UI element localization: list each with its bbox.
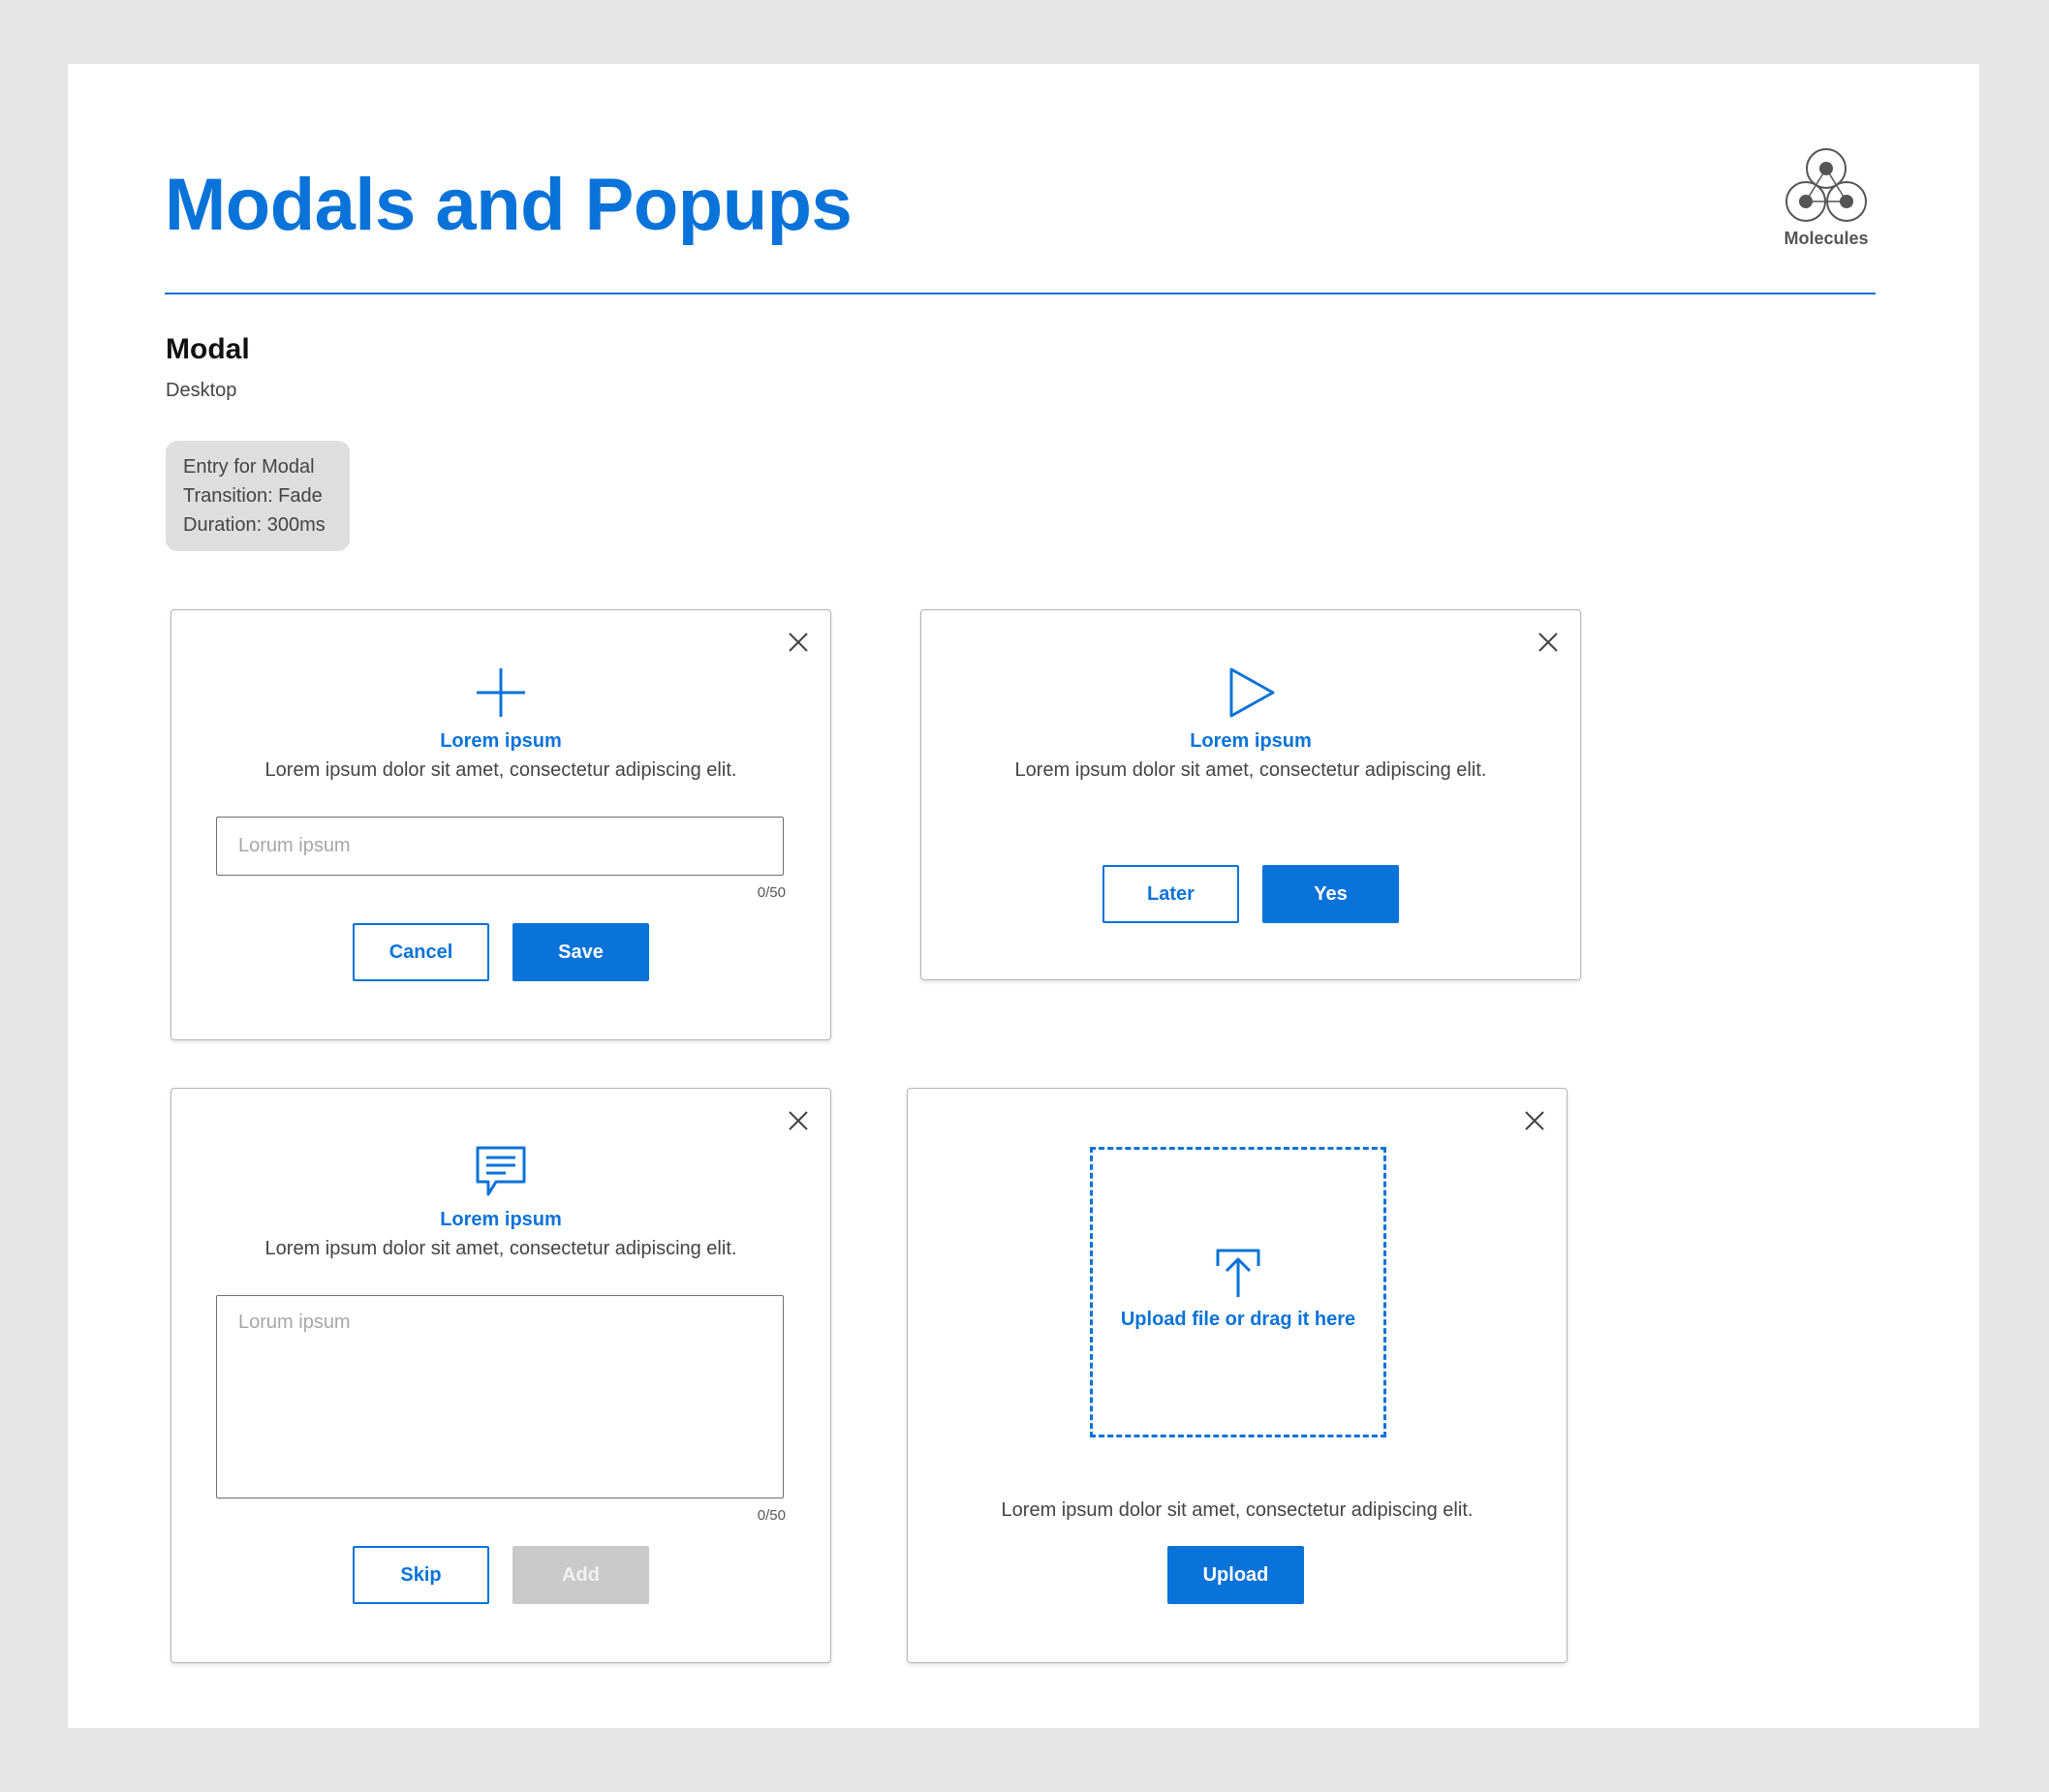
save-button[interactable]: Save: [512, 923, 649, 981]
section-title: Modal: [166, 333, 250, 365]
title-divider: [165, 293, 1876, 294]
badge-label: Molecules: [1784, 229, 1869, 248]
close-icon[interactable]: [1536, 630, 1561, 655]
later-button[interactable]: Later: [1102, 865, 1239, 923]
close-icon[interactable]: [1522, 1108, 1547, 1133]
modal-add-input: Lorem ipsum Lorem ipsum dolor sit amet, …: [171, 609, 831, 1040]
modal-title: Lorem ipsum: [440, 1209, 562, 1230]
skip-button[interactable]: Skip: [353, 1546, 489, 1604]
modal-upload: Upload file or drag it here Lorem ipsum …: [907, 1088, 1568, 1663]
modal-description: Lorem ipsum dolor sit amet, consectetur …: [1014, 759, 1487, 781]
character-counter: 0/50: [757, 1507, 786, 1524]
comment-textarea[interactable]: [216, 1295, 784, 1498]
transition-note: Entry for Modal Transition: Fade Duratio…: [166, 441, 350, 551]
note-line: Transition: Fade: [183, 485, 323, 507]
molecules-icon: [1785, 148, 1867, 222]
modal-title: Lorem ipsum: [1190, 730, 1312, 752]
upload-button[interactable]: Upload: [1167, 1546, 1304, 1604]
modal-comment: Lorem ipsum Lorem ipsum dolor sit amet, …: [171, 1088, 831, 1663]
chat-bubble-icon: [476, 1146, 526, 1196]
plus-icon: [477, 668, 525, 717]
text-input[interactable]: [216, 817, 784, 876]
molecules-badge: Molecules: [1778, 147, 1875, 249]
close-icon[interactable]: [786, 1108, 811, 1133]
modal-title: Lorem ipsum: [440, 730, 562, 752]
dropzone-label: Upload file or drag it here: [1120, 1309, 1356, 1330]
upload-icon: [1216, 1249, 1260, 1297]
section-subtitle: Desktop: [166, 380, 237, 401]
play-icon: [1229, 667, 1275, 718]
character-counter: 0/50: [757, 884, 786, 901]
add-button[interactable]: Add: [512, 1546, 649, 1604]
yes-button[interactable]: Yes: [1262, 865, 1399, 923]
modal-description: Lorem ipsum dolor sit amet, consectetur …: [264, 1238, 737, 1259]
file-dropzone[interactable]: Upload file or drag it here: [1090, 1147, 1386, 1437]
note-line: Entry for Modal: [183, 456, 315, 478]
page-canvas: Modals and Popups Molecules Modal Deskto…: [68, 64, 1979, 1728]
cancel-button[interactable]: Cancel: [353, 923, 489, 981]
modal-description: Lorem ipsum dolor sit amet, consectetur …: [264, 759, 737, 781]
page-title: Modals and Popups: [165, 164, 853, 246]
modal-description: Lorem ipsum dolor sit amet, consectetur …: [1001, 1499, 1474, 1521]
close-icon[interactable]: [786, 630, 811, 655]
note-line: Duration: 300ms: [183, 514, 326, 536]
modal-confirm: Lorem ipsum Lorem ipsum dolor sit amet, …: [920, 609, 1581, 980]
